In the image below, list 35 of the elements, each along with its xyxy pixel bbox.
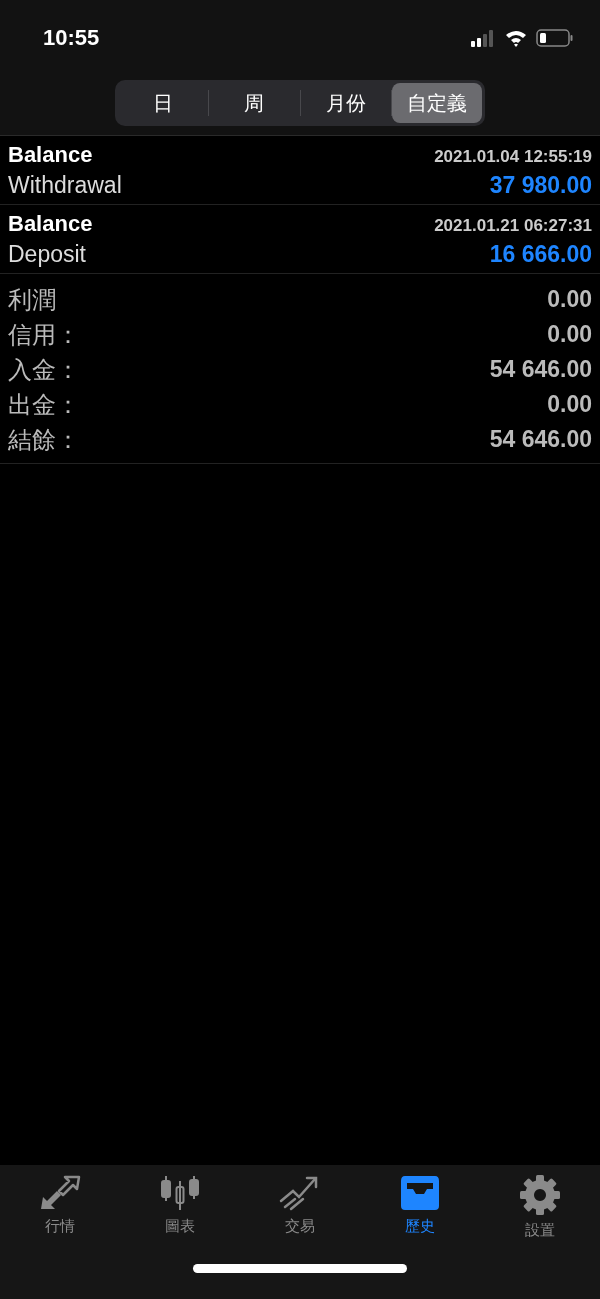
inbox-icon	[399, 1175, 441, 1211]
diagonal-arrows-icon	[39, 1175, 81, 1211]
period-tab[interactable]: 月份	[300, 83, 391, 123]
summary-label: 信用：	[8, 319, 80, 351]
wifi-icon	[504, 29, 528, 47]
deal-amount: 16 666.00	[489, 241, 592, 268]
candlestick-icon	[159, 1175, 201, 1211]
settings-icon	[519, 1175, 561, 1215]
nav-tab[interactable]: 交易	[240, 1175, 360, 1240]
nav-tab[interactable]: 歷史	[360, 1175, 480, 1240]
period-tab[interactable]: 自定義	[391, 83, 482, 123]
summary-value: 54 646.00	[489, 426, 592, 453]
nav-tab[interactable]: 設置	[480, 1175, 600, 1240]
signal-icon	[470, 29, 496, 47]
deal-comment: Withdrawal	[8, 172, 122, 199]
period-tab[interactable]: 周	[209, 83, 300, 123]
nav-tab[interactable]: 圖表	[120, 1175, 240, 1240]
deal-time: 2021.01.21 06:27:31	[434, 216, 592, 236]
deal-time: 2021.01.04 12:55:19	[434, 147, 592, 167]
summary-value: 54 646.00	[489, 356, 592, 383]
summary-label: 結餘：	[8, 424, 80, 456]
summary-value: 0.00	[547, 391, 592, 418]
battery-icon	[536, 29, 574, 47]
summary-value: 0.00	[547, 286, 592, 313]
status-time: 10:55	[43, 25, 100, 51]
deal-type: Balance	[8, 142, 93, 168]
summary-label: 利潤	[8, 284, 56, 316]
summary-label: 入金：	[8, 354, 80, 386]
deal-type: Balance	[8, 211, 93, 237]
deal-comment: Deposit	[8, 241, 86, 268]
deal-amount: 37 980.00	[489, 172, 592, 199]
period-tab[interactable]: 日	[118, 83, 209, 123]
summary-label: 出金：	[8, 389, 80, 421]
nav-tab[interactable]: 行情	[0, 1175, 120, 1240]
summary-value: 0.00	[547, 321, 592, 348]
